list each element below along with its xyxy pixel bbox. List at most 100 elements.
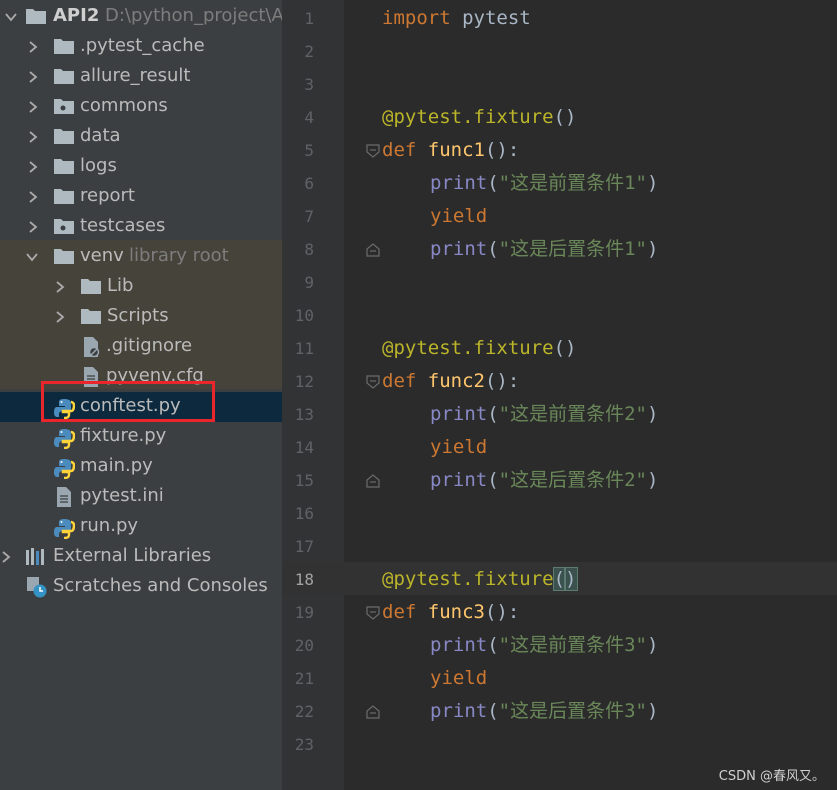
keyword: yield — [430, 667, 488, 689]
string-literal: "这是后置条件3" — [498, 700, 647, 722]
line-number: 12 — [294, 372, 314, 391]
code-line-4: @pytest.fixture() — [382, 101, 576, 134]
library-icon — [25, 546, 47, 566]
chevron-right-icon[interactable] — [28, 161, 38, 173]
chevron-right-icon[interactable] — [28, 221, 38, 233]
string-literal: "这是前置条件3" — [498, 634, 647, 656]
line-number: 5 — [304, 141, 314, 160]
function-name: func1 — [427, 139, 485, 161]
string-literal: "这是前置条件1" — [498, 172, 647, 194]
tree-item-main[interactable]: main.py — [80, 455, 153, 476]
tree-item-gitignore[interactable]: .gitignore — [106, 335, 192, 356]
chevron-down-icon[interactable] — [26, 252, 38, 262]
chevron-right-icon[interactable] — [28, 101, 38, 113]
tree-item-lib[interactable]: Lib — [107, 275, 133, 296]
tree-item-pytest-ini[interactable]: pytest.ini — [80, 485, 164, 506]
fold-end-icon[interactable] — [366, 473, 380, 488]
code-text: ) — [646, 469, 659, 491]
keyword: yield — [430, 436, 488, 458]
code-line-7: yield — [430, 200, 487, 233]
line-number-current: 18 — [294, 570, 314, 589]
line-number: 22 — [294, 702, 314, 721]
tree-item-allure-result[interactable]: allure_result — [80, 65, 190, 86]
tree-item-testcases[interactable]: testcases — [80, 215, 165, 236]
builtin: print — [430, 700, 488, 722]
folder-icon — [53, 247, 75, 267]
code-text: ( — [487, 634, 499, 656]
line-number: 1 — [304, 9, 314, 28]
code-text: pytest — [450, 7, 531, 29]
tree-item-data[interactable]: data — [80, 125, 121, 146]
chevron-right-icon[interactable] — [55, 311, 65, 323]
line-number: 23 — [294, 735, 314, 754]
chevron-down-icon[interactable] — [5, 12, 17, 22]
code-text: (): — [484, 139, 520, 161]
ignored-file-icon — [81, 336, 103, 358]
line-number: 8 — [304, 240, 314, 259]
code-text: () — [553, 337, 577, 359]
builtin: print — [430, 172, 488, 194]
decorator: @pytest.fixture — [382, 106, 554, 128]
tree-item-commons[interactable]: commons — [80, 95, 168, 116]
package-folder-icon — [53, 97, 75, 117]
tree-item-run[interactable]: run.py — [80, 515, 138, 536]
code-line-8: print("这是后置条件1") — [430, 233, 658, 266]
folder-icon — [53, 37, 75, 57]
line-number: 13 — [294, 405, 314, 424]
scratches-icon — [25, 575, 47, 598]
code-line-20: print("这是前置条件3") — [430, 629, 658, 662]
chevron-right-icon[interactable] — [28, 191, 38, 203]
project-name[interactable]: API2 — [53, 5, 99, 26]
folder-icon — [53, 187, 75, 207]
chevron-right-icon[interactable] — [28, 41, 38, 53]
code-text: ) — [646, 700, 659, 722]
code-text: ( — [487, 700, 499, 722]
builtin: print — [430, 403, 488, 425]
library-root-label: library root — [129, 245, 229, 266]
line-number: 9 — [304, 273, 314, 292]
fold-end-icon[interactable] — [366, 242, 380, 257]
code-line-22: print("这是后置条件3") — [430, 695, 658, 728]
string-literal: "这是后置条件2" — [498, 469, 647, 491]
chevron-right-icon[interactable] — [28, 131, 38, 143]
line-number: 15 — [294, 471, 314, 490]
line-number: 2 — [304, 42, 314, 61]
code-text: ( — [487, 238, 499, 260]
fold-open-icon[interactable] — [366, 143, 380, 158]
fold-end-icon[interactable] — [366, 704, 380, 719]
fold-open-icon[interactable] — [366, 605, 380, 620]
folder-icon — [53, 67, 75, 87]
line-number: 3 — [304, 75, 314, 94]
string-literal: "这是前置条件2" — [498, 403, 647, 425]
tree-item-scripts[interactable]: Scripts — [107, 305, 169, 326]
config-file-icon — [54, 486, 76, 507]
tree-item-report[interactable]: report — [80, 185, 135, 206]
chevron-right-icon[interactable] — [55, 281, 65, 293]
package-folder-icon — [53, 217, 75, 237]
matched-paren: ) — [564, 567, 578, 591]
builtin: print — [430, 469, 488, 491]
code-line-18: @pytest.fixture() — [382, 563, 578, 596]
fold-open-icon[interactable] — [366, 374, 380, 389]
watermark: CSDN @春风又。 — [718, 769, 825, 784]
folder-icon — [25, 7, 47, 27]
line-number: 6 — [304, 174, 314, 193]
tree-item-fixture[interactable]: fixture.py — [80, 425, 166, 446]
code-line-5: def func1(): — [382, 134, 519, 167]
function-name: func2 — [427, 370, 485, 392]
tree-item-pytest-cache[interactable]: .pytest_cache — [80, 35, 205, 56]
code-editor[interactable]: 1 2 3 4 5 6 7 8 9 10 11 12 13 14 15 16 1… — [282, 0, 837, 790]
chevron-right-icon[interactable] — [1, 551, 11, 563]
folder-icon — [80, 277, 102, 297]
code-line-12: def func2(): — [382, 365, 519, 398]
folder-icon — [53, 157, 75, 177]
code-text: ) — [646, 172, 659, 194]
tree-item-external-libraries[interactable]: External Libraries — [53, 545, 211, 566]
code-text: (): — [484, 370, 520, 392]
tree-item-logs[interactable]: logs — [80, 155, 117, 176]
code-text: ( — [487, 469, 499, 491]
keyword: def — [382, 601, 417, 623]
tree-item-scratches[interactable]: Scratches and Consoles — [53, 575, 268, 596]
chevron-right-icon[interactable] — [28, 71, 38, 83]
tree-item-venv[interactable]: venv — [80, 245, 124, 266]
